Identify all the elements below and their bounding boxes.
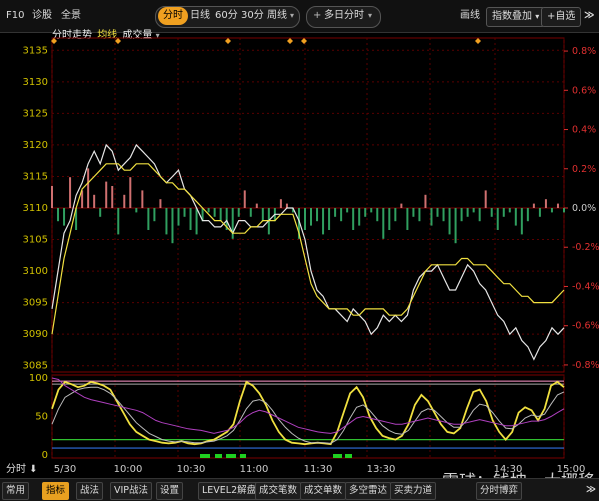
price-lines [51, 143, 565, 361]
indicator-tick-label: 50 [35, 412, 48, 423]
event-marker-icon [115, 38, 121, 44]
price-tick-label: 3090 [23, 329, 48, 340]
price-tick-label: 3105 [23, 235, 48, 246]
indicator-frame [51, 374, 565, 459]
volume-ratio-bars [51, 168, 565, 244]
time-tick-label: 11:00 [240, 464, 269, 475]
tab-common[interactable]: 常用 [2, 482, 30, 500]
signal-block [333, 454, 342, 458]
price-line [51, 143, 565, 361]
percent-tick-label: -0.4% [572, 281, 599, 292]
tab-buy-sell-force[interactable]: 买卖力道 [390, 482, 437, 500]
bottom-toolbar: 常用 指标 战法 VIP战法 设置 LEVEL2解盘 成交笔数 成交单数 多空雷… [0, 478, 599, 501]
signal-block [345, 454, 352, 458]
right-percent-axis: 0.8% 0.6% 0.4% 0.2% 0.0% -0.2% -0.4% -0.6% -0.8% [564, 46, 599, 371]
watchlist-label: 自选 [555, 11, 576, 22]
signal-block [226, 454, 236, 458]
tab-vip-tactics[interactable]: VIP战法 [110, 482, 153, 500]
indicator-tick-label: 100 [29, 373, 48, 384]
price-tick-label: 3120 [23, 140, 48, 151]
index-overlay-label: 指数叠加 [492, 11, 532, 22]
percent-tick-label: 0.8% [572, 46, 596, 57]
price-tick-label: 3135 [23, 45, 48, 56]
main-plot-frame [51, 37, 565, 373]
tab-order-count[interactable]: 成交单数 [300, 482, 347, 500]
tab-trade-count[interactable]: 成交笔数 [255, 482, 302, 500]
signal-block [200, 454, 210, 458]
event-marker-icon [225, 38, 231, 44]
time-tick-label: 10:30 [177, 464, 206, 475]
signal-block [215, 454, 222, 458]
expand-bottom-icon[interactable]: ≫ [583, 482, 599, 498]
signal-block [240, 454, 246, 458]
event-marker-icon [475, 38, 481, 44]
chevron-down-icon: ▾ [535, 12, 540, 21]
percent-tick-label: -0.8% [572, 360, 599, 371]
event-marker-icon [301, 38, 307, 44]
percent-tick-label: -0.2% [572, 242, 599, 253]
time-tick-label: 5/30 [54, 464, 76, 475]
percent-tick-label: -0.6% [572, 321, 599, 332]
time-tick-label: 10:00 [114, 464, 143, 475]
indicator-panel: 100 50 0 [29, 373, 565, 461]
time-tick-label: 13:30 [367, 464, 396, 475]
percent-tick-label: 0.2% [572, 164, 596, 175]
left-price-axis: 3135 3130 3125 3120 3115 3110 3105 3100 3095 3090… [23, 45, 48, 371]
tab-indicators[interactable]: 指标 [42, 482, 70, 500]
time-tick-label: 11:30 [304, 464, 333, 475]
time-axis-label: 分时 ⬇ [6, 463, 38, 475]
indicator-tick-label: 0 [42, 450, 48, 461]
avg-price-line [51, 163, 565, 335]
price-tick-label: 3095 [23, 298, 48, 309]
price-tick-label: 3130 [23, 77, 48, 88]
tab-intraday-game[interactable]: 分时博弈 [476, 482, 523, 500]
percent-tick-label: 0.4% [572, 125, 596, 136]
price-tick-label: 3100 [23, 266, 48, 277]
intraday-chart[interactable]: 3135 3130 3125 3120 3115 3110 3105 3100 3095 3090… [0, 22, 599, 478]
tab-level2[interactable]: LEVEL2解盘 [198, 482, 261, 500]
tab-radar[interactable]: 多空雷达 [345, 482, 392, 500]
tab-settings[interactable]: 设置 [156, 482, 184, 500]
price-tick-label: 3125 [23, 108, 48, 119]
price-tick-label: 3115 [23, 171, 48, 182]
price-tick-label: 3110 [23, 203, 48, 214]
price-tick-label: 3085 [23, 361, 48, 372]
indicator-line-d [51, 386, 565, 444]
event-marker-icon [287, 38, 293, 44]
chart-grid [51, 37, 565, 459]
tab-tactics[interactable]: 战法 [76, 482, 104, 500]
percent-tick-label: 0.0% [572, 203, 596, 214]
percent-tick-label: 0.6% [572, 85, 596, 96]
